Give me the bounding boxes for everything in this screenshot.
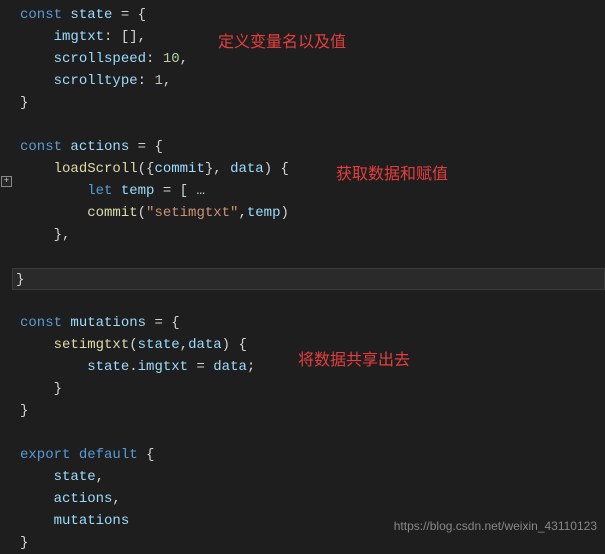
code-line[interactable]	[16, 290, 605, 312]
code-line[interactable]	[16, 114, 605, 136]
code-line[interactable]: actions,	[16, 488, 605, 510]
code-line[interactable]: }	[16, 532, 605, 554]
code-line[interactable]: const actions = {	[16, 136, 605, 158]
code-line[interactable]: state,	[16, 466, 605, 488]
code-line[interactable]	[16, 246, 605, 268]
code-line[interactable]: const state = {	[16, 4, 605, 26]
code-line[interactable]: loadScroll({commit}, data) {	[16, 158, 605, 180]
code-line[interactable]: export default {	[16, 444, 605, 466]
code-editor[interactable]: + const state = { imgtxt: [], scrollspee…	[0, 0, 605, 554]
code-line[interactable]: const mutations = {	[16, 312, 605, 334]
code-line[interactable]: commit("setimgtxt",temp)	[16, 202, 605, 224]
code-line[interactable]	[16, 422, 605, 444]
code-line[interactable]: },	[16, 224, 605, 246]
code-line[interactable]: }	[16, 92, 605, 114]
annotation-text: 获取数据和赋值	[336, 160, 448, 184]
code-line[interactable]: scrolltype: 1,	[16, 70, 605, 92]
annotation-text: 将数据共享出去	[298, 346, 410, 370]
code-line[interactable]: }	[16, 378, 605, 400]
annotation-text: 定义变量名以及值	[218, 28, 346, 52]
code-line[interactable]: let temp = [ …	[16, 180, 605, 202]
code-line[interactable]: }	[16, 400, 605, 422]
watermark: https://blog.csdn.net/weixin_43110123	[394, 519, 597, 533]
code-line-current[interactable]: }	[12, 268, 605, 290]
fold-icon[interactable]: +	[1, 176, 12, 187]
